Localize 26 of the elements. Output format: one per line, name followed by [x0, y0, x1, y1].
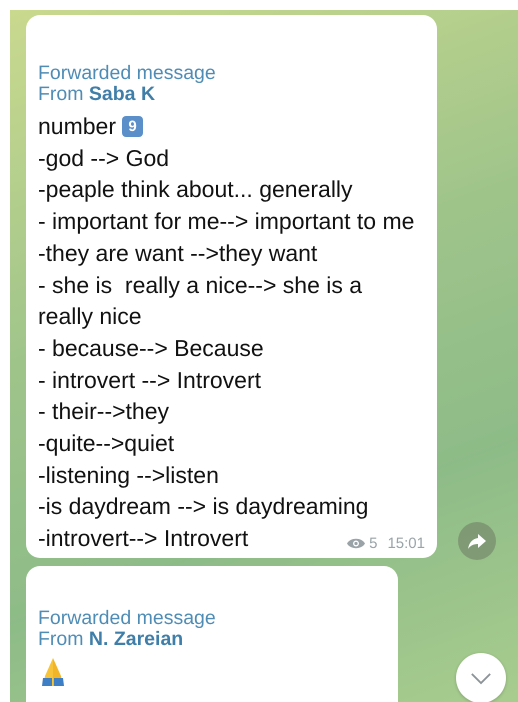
- message-text: -introvert--> Introvert: [38, 524, 248, 554]
- message-text: - she is really a nice--> she is a: [38, 270, 362, 300]
- message-time: 15:01: [387, 534, 425, 552]
- eye-icon: [347, 536, 366, 550]
- chevron-down-icon: [470, 672, 492, 684]
- share-button[interactable]: [458, 522, 496, 560]
- message-text: -is daydream --> is daydreaming: [38, 492, 368, 522]
- scroll-down-button[interactable]: [456, 653, 506, 702]
- message-text: -god --> God: [38, 144, 170, 173]
- message-text: -they are want -->they want: [38, 238, 318, 268]
- forwarded-from: From N. Zareian: [38, 628, 184, 650]
- message-text: - important for me--> important to me: [38, 207, 414, 236]
- message-text: - because--> Because: [38, 334, 264, 363]
- message-text: number: [38, 112, 116, 141]
- forwarded-label: Forwarded message: [38, 63, 216, 84]
- forwarded-label: Forwarded message: [38, 608, 216, 629]
- message-text: really nice: [38, 302, 142, 332]
- keycap-emoji: 9: [122, 116, 143, 138]
- view-count: 5: [369, 534, 378, 552]
- message-text: - their-->they: [38, 397, 170, 426]
- message-text: -quite-->quiet: [38, 429, 174, 458]
- message-text: - introvert --> Introvert: [38, 366, 262, 395]
- message-text: -peaple think about... generally: [38, 175, 353, 204]
- share-arrow-icon: [467, 531, 487, 551]
- forwarded-from: From Saba K: [38, 84, 156, 105]
- message-text: -listening -->listen: [38, 460, 219, 490]
